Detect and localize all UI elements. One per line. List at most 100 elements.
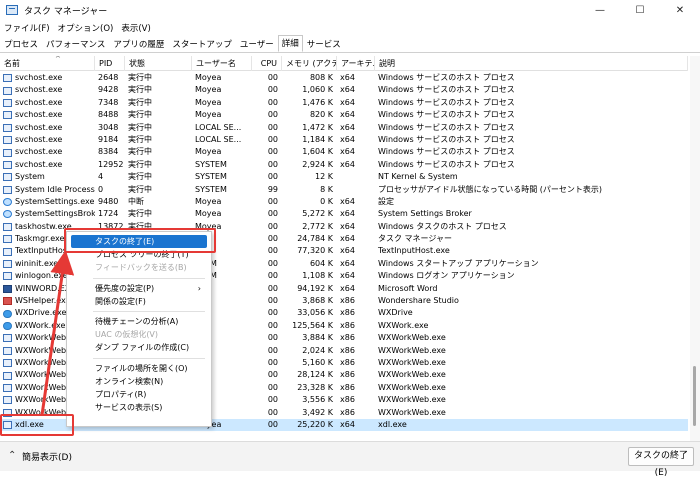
table-row[interactable]: SystemSettingsBroke...1724 実行中 Moyea 00 5,27…	[0, 208, 688, 220]
table-row[interactable]: svchost.exe 9428 実行中 Moyea 00 1,060 K x64 Windo…	[0, 84, 688, 96]
cell-cpu: 00	[267, 85, 278, 95]
column-header-architecture[interactable]: アーキテ...	[337, 56, 375, 71]
column-header-user[interactable]: ユーザー名	[192, 56, 252, 71]
ctx-go-to-services[interactable]: サービスの表示(S)	[71, 401, 207, 414]
table-row[interactable]: svchost.exe 8384 実行中 Moyea 00 1,604 K x64 Windo…	[0, 146, 688, 158]
cell-user: LOCAL SE...	[195, 122, 242, 132]
scrollbar-thumb[interactable]	[693, 366, 696, 426]
menu-file[interactable]: ファイル(F)	[0, 22, 54, 34]
cell-cpu: 00	[267, 134, 278, 144]
cell-cpu: 00	[267, 221, 278, 231]
tab-performance[interactable]: パフォーマンス	[42, 36, 109, 52]
column-header-status[interactable]: 状態	[125, 56, 192, 71]
cell-description: プロセッサがアイドル状態になっている時間 (パーセント表示)	[378, 184, 602, 194]
column-header-description[interactable]: 説明	[375, 56, 688, 71]
table-row[interactable]: System Idle Process 0 実行中 SYSTEM 99 8 K プロセッサが…	[0, 184, 688, 196]
tab-users[interactable]: ユーザー	[236, 36, 278, 52]
cell-cpu: 00	[267, 333, 278, 343]
cell-description: Windows ログオン アプリケーション	[378, 271, 515, 281]
maximize-button[interactable]: ☐	[620, 0, 660, 20]
column-header-cpu[interactable]: CPU	[252, 56, 282, 71]
cell-memory: 3,556 K	[302, 395, 333, 405]
cell-cpu: 00	[267, 246, 278, 256]
cell-pid: 12952	[98, 159, 124, 169]
cell-architecture: x64	[340, 97, 355, 107]
cell-description: Wondershare Studio	[378, 296, 459, 306]
tab-services[interactable]: サービス	[303, 36, 345, 52]
chevron-up-icon[interactable]: ⌃	[8, 450, 16, 461]
cell-architecture: x86	[340, 407, 355, 417]
column-header-memory[interactable]: メモリ (アクテ...	[282, 56, 337, 71]
minimize-button[interactable]: —	[580, 0, 620, 20]
cell-status: 実行中	[128, 184, 152, 194]
wondershare-icon	[3, 297, 12, 306]
cell-pid: 1724	[98, 209, 119, 219]
table-row[interactable]: svchost.exe 8488 実行中 Moyea 00 820 K x64 Windows…	[0, 109, 688, 121]
cell-architecture: x64	[340, 85, 355, 95]
cell-description: Windows サービスのホスト プロセス	[378, 97, 515, 107]
cell-cpu: 00	[267, 97, 278, 107]
tab-processes[interactable]: プロセス	[0, 36, 42, 52]
table-row[interactable]: SystemSettings.exe 9480 中断 Moyea 00 0 K x64 設定	[0, 196, 688, 208]
table-row[interactable]: svchost.exe 7348 実行中 Moyea 00 1,476 K x64 Windo…	[0, 97, 688, 109]
ctx-search-online[interactable]: オンライン検索(N)	[71, 375, 207, 388]
cell-memory: 8 K	[320, 184, 333, 194]
column-header-name[interactable]: 名前 ^	[0, 56, 95, 71]
cell-cpu: 00	[267, 147, 278, 157]
chevron-right-icon: ›	[197, 283, 201, 293]
cell-cpu: 00	[267, 196, 278, 206]
cell-cpu: 00	[267, 172, 278, 182]
cell-architecture: x64	[340, 110, 355, 120]
tab-app-history[interactable]: アプリの履歴	[109, 36, 168, 52]
tab-startup[interactable]: スタートアップ	[168, 36, 236, 52]
column-header-pid[interactable]: PID	[95, 56, 125, 71]
close-button[interactable]: ✕	[660, 0, 700, 20]
cell-cpu: 00	[267, 110, 278, 120]
cell-description: WXDrive	[378, 308, 413, 318]
cell-name: System	[0, 171, 95, 183]
tab-details[interactable]: 詳細	[277, 35, 303, 52]
ctx-set-priority[interactable]: 優先度の設定(P) ›	[71, 282, 207, 295]
cell-status: 実行中	[128, 172, 152, 182]
window-icon	[3, 173, 12, 182]
cell-cpu: 00	[267, 419, 278, 429]
cell-memory: 33,056 K	[297, 308, 333, 318]
cell-name: svchost.exe	[0, 97, 95, 109]
vertical-scrollbar[interactable]	[690, 56, 700, 441]
cell-cpu: 00	[267, 296, 278, 306]
cell-architecture: x64	[340, 122, 355, 132]
cell-architecture	[337, 184, 375, 196]
window-icon	[3, 334, 12, 343]
table-row[interactable]: svchost.exe 12952 実行中 SYSTEM 00 2,924 K x64 Win…	[0, 159, 688, 171]
cell-memory: 3,492 K	[302, 407, 333, 417]
cloud-icon	[3, 309, 12, 318]
column-name-label: 名前	[4, 59, 20, 68]
cell-description: タスク マネージャー	[378, 234, 452, 244]
cell-description: WXWorkWeb.exe	[378, 370, 446, 380]
table-row[interactable]: svchost.exe 9184 実行中 LOCAL SE... 00 1,184 K x6…	[0, 134, 688, 146]
cell-memory: 2,772 K	[302, 221, 333, 231]
cell-user: SYSTEM	[195, 159, 227, 169]
cell-architecture: x64	[340, 147, 355, 157]
ctx-open-file-location[interactable]: ファイルの場所を開く(O)	[71, 362, 207, 375]
ctx-analyze-wait-chain[interactable]: 待機チェーンの分析(A)	[71, 315, 207, 328]
window-icon	[3, 359, 12, 368]
cell-architecture: x86	[340, 370, 355, 380]
cell-cpu: 00	[267, 159, 278, 169]
table-row[interactable]: svchost.exe 3048 実行中 LOCAL SE... 00 1,472 K x6…	[0, 122, 688, 134]
cell-memory: 808 K	[309, 73, 333, 82]
table-row[interactable]: System 4 実行中 SYSTEM 00 12 K NT Kernel & System	[0, 171, 688, 183]
end-task-button[interactable]: タスクの終了(E)	[628, 447, 694, 478]
ctx-set-affinity[interactable]: 関係の設定(F)	[71, 295, 207, 308]
menu-options[interactable]: オプション(O)	[54, 22, 118, 34]
table-row[interactable]: svchost.exe 2648 実行中 Moyea 00 808 K x64 Windows…	[0, 72, 688, 84]
cell-name: svchost.exe	[0, 72, 95, 84]
cell-cpu: 00	[267, 395, 278, 405]
ctx-properties[interactable]: プロパティ(R)	[71, 388, 207, 401]
menu-bar: ファイル(F) オプション(O) 表示(V)	[0, 20, 700, 36]
ctx-create-dump-file[interactable]: ダンプ ファイルの作成(C)	[71, 341, 207, 354]
less-details-link[interactable]: 簡易表示(D)	[22, 450, 72, 463]
menu-view[interactable]: 表示(V)	[117, 22, 154, 34]
cell-memory: 77,320 K	[297, 246, 333, 256]
cell-description: Windows サービスのホスト プロセス	[378, 110, 515, 120]
